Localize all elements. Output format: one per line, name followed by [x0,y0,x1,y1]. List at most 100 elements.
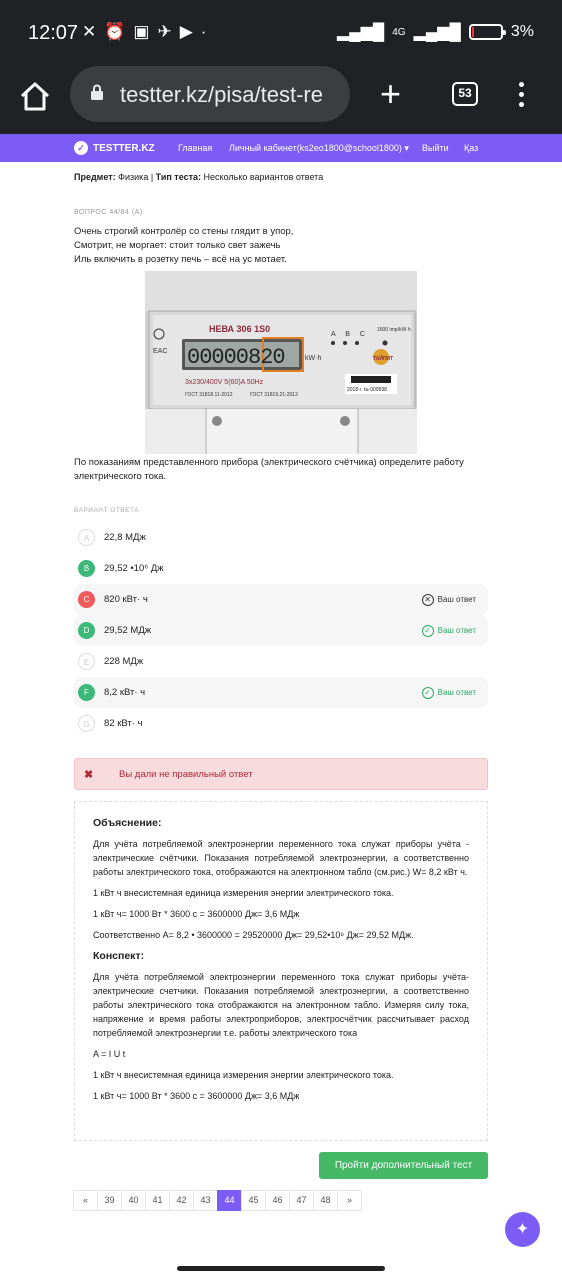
answer-letter: F [78,684,95,701]
question-number: ВОПРОС 44/84 (A) [74,209,143,216]
browser-toolbar: testter.kz/pisa/test-re + 53 [0,66,562,134]
page-prev[interactable]: « [73,1190,98,1211]
page-link[interactable]: 41 [145,1190,170,1211]
nav-logout[interactable]: Выйти [422,143,449,153]
site-nav: ✓ TESTTER.KZ Главная Личный кабинет(ks2e… [0,134,562,162]
network-label: 4G [392,26,406,38]
error-icon: ✖ [84,769,94,781]
meter-gost1: ГОСТ 31818.11-2012 [185,392,233,398]
answer-text: 22,8 МДж [104,532,146,543]
page-link[interactable]: 46 [265,1190,290,1211]
brand-name: TESTTER.KZ [93,142,155,154]
signal-icon: ▂▄▆█ [336,24,385,41]
explanation-paragraph: Соответственно А= 8,2 • 3600000 = 295200… [93,930,414,940]
page-link[interactable]: 39 [97,1190,122,1211]
answer-option-e[interactable]: E 228 МДж [74,646,488,677]
page-link[interactable]: 48 [313,1190,338,1211]
check-icon: ✓ [421,686,434,699]
alert-text: Вы дали не правильный ответ [119,769,253,780]
sparkle-icon: ✦ [515,1221,530,1238]
gesture-bar[interactable] [177,1266,385,1271]
sparkle-assistant-button[interactable]: ✦ [505,1212,540,1247]
summary-paragraph: 1 кВт ч внесистемная единица измерения э… [93,1070,394,1080]
explanation-paragraph: 1 кВт ч внесистемная единица измерения э… [93,888,394,898]
answer-text: 29,52 МДж [104,625,152,636]
additional-test-button[interactable]: Пройти дополнительный тест [319,1152,488,1179]
explanation-title: Объяснение: [93,817,162,829]
correct-answer-mark: ✓ Ваш ответ [421,624,476,637]
explanation-paragraph: 1 кВт ч= 1000 Вт * 3600 с = 3600000 Дж= … [93,909,300,919]
summary-paragraph: A = I U t [93,1049,126,1059]
meter-serial: 2018 г. № 009938 [347,387,387,393]
answer-text: 228 МДж [104,656,144,667]
status-time: 12:07 [28,22,79,44]
answer-option-g[interactable]: G 82 кВт· ч [74,708,488,739]
summary-paragraph: Для учёта потребляемой электроэнергии пе… [93,972,469,1038]
address-bar[interactable]: testter.kz/pisa/test-re [70,66,350,122]
wrong-answer-mark: ✕ Ваш ответ [421,593,476,606]
answers-label: ВАРИАНТ ОТВЕТА [74,507,140,514]
answer-letter: B [78,560,95,577]
poem-line: Иль включить в розетку печь – всё на ус … [74,254,287,265]
test-meta: Предмет: Физика | Тип теста: Несколько в… [74,172,323,182]
answer-option-f[interactable]: F 8,2 кВт· ч ✓ Ваш ответ [74,677,488,708]
logo-icon: ✓ [74,141,88,155]
answer-text: 82 кВт· ч [104,718,143,729]
tab-switcher-button[interactable]: 53 [452,82,478,106]
overflow-menu-icon[interactable] [514,82,528,110]
pagination: « 39 40 41 42 43 44 45 46 47 48 » [73,1190,362,1211]
type-value: Несколько вариантов ответа [203,172,324,182]
meter-drawing: НЕВА 306 1S0 00000820 kW·h 3x230/400V 5(… [145,271,417,454]
answer-letter: E [78,653,95,670]
summary-title: Конспект: [93,950,145,962]
explanation-box: Объяснение: Для учёта потребляемой элект… [74,801,488,1141]
type-label: Тип теста: [155,172,202,182]
correct-answer-mark: ✓ Ваш ответ [421,686,476,699]
page-link[interactable]: 47 [289,1190,314,1211]
signal-icon-2: ▂▄▆█ [413,24,461,41]
mark-label: Ваш ответ [437,688,476,697]
page-link[interactable]: 42 [169,1190,194,1211]
result-alert: ✖ Вы дали не правильный ответ [74,758,488,790]
mark-label: Ваш ответ [437,595,476,604]
answer-option-b[interactable]: B 29,52 •10⁶ Дж [74,553,488,584]
nav-home[interactable]: Главная [178,143,212,153]
meter-digits: 00000820 [187,345,285,370]
status-right: ▂▄▆█ 4G ▂▄▆█ 3% [337,22,534,42]
electric-meter-image: НЕВА 306 1S0 00000820 kW·h 3x230/400V 5(… [145,271,417,454]
battery-percent: 3% [510,23,534,40]
page-link[interactable]: 45 [241,1190,266,1211]
question-poem: Очень строгий контролёр со стены глядит … [74,225,374,267]
answer-text: 8,2 кВт· ч [104,687,146,698]
meter-model: НЕВА 306 1S0 [209,324,270,334]
nav-account[interactable]: Личный кабинет(ks2eo1800@school1800) ▾ [229,143,409,154]
home-icon[interactable] [18,80,52,114]
meter-spec: 3x230/400V 5(60)A 50Hz [185,379,264,386]
answer-text: 820 кВт· ч [104,594,148,605]
answer-letter: D [78,622,95,639]
poem-line: Очень строгий контролёр со стены глядит … [74,226,294,237]
answer-letter: C [78,591,95,608]
meter-brand-logo: ТАЙПИТ [373,354,393,362]
svg-text:EAC: EAC [153,348,167,355]
answer-option-a[interactable]: A 22,8 МДж [74,522,488,553]
subject-label: Предмет: [74,172,116,182]
page-current[interactable]: 44 [217,1190,242,1211]
page-link[interactable]: 43 [193,1190,218,1211]
status-bar: 12:07 ✕⏰▣✈▶· ▂▄▆█ 4G ▂▄▆█ 3% [0,0,562,66]
answer-option-c[interactable]: C 820 кВт· ч ✕ Ваш ответ [74,584,488,615]
page-next[interactable]: » [337,1190,362,1211]
notification-icons: ✕⏰▣✈▶· [82,22,215,41]
meter-unit: kW·h [305,355,321,362]
nav-language[interactable]: Қаз [464,143,478,153]
meter-gost2: ГОСТ 31819.21-2012 [250,392,298,398]
url-text: testter.kz/pisa/test-re [120,82,323,107]
battery-icon [468,24,506,40]
new-tab-icon[interactable]: + [380,76,401,112]
answer-option-d[interactable]: D 29,52 МДж ✓ Ваш ответ [74,615,488,646]
site-logo[interactable]: ✓ TESTTER.KZ [74,141,155,155]
meter-rate: 1600 imp/kW·h [377,327,411,333]
lock-icon [91,84,103,100]
answer-text: 29,52 •10⁶ Дж [104,563,164,574]
page-link[interactable]: 40 [121,1190,146,1211]
